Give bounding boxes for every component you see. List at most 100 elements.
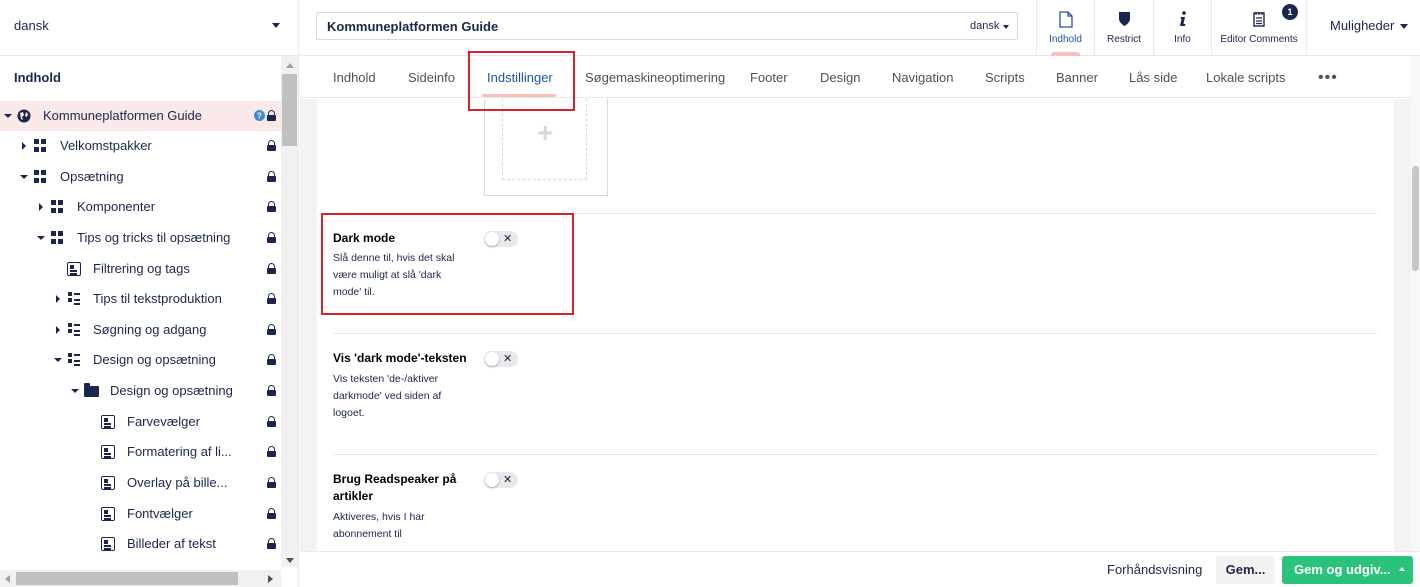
app-button-restrict[interactable]: Restrict: [1094, 0, 1153, 56]
save-button[interactable]: Gem...: [1216, 556, 1275, 584]
folder-icon: [84, 383, 99, 397]
app-button-editor-comments[interactable]: 1 Editor Comments: [1211, 0, 1306, 56]
tab-scripts[interactable]: Scripts: [985, 70, 1025, 85]
divider: [333, 454, 1378, 455]
lock-icon: [267, 110, 276, 121]
tab-sideinfo[interactable]: Sideinfo: [408, 70, 455, 85]
options-menu-button[interactable]: Muligheder: [1330, 18, 1394, 33]
tree-node[interactable]: Design og opsætning: [0, 345, 281, 375]
caret-down-icon[interactable]: [4, 114, 12, 118]
caret-right-icon[interactable]: [56, 326, 60, 334]
tab-footer[interactable]: Footer: [750, 70, 788, 85]
tree-node[interactable]: Fontvælger: [0, 499, 281, 529]
tree-node[interactable]: Tips til tekstproduktion: [0, 284, 281, 314]
tab-laas-side[interactable]: Lås side: [1129, 70, 1177, 85]
save-and-publish-button[interactable]: Gem og udgiv...: [1282, 556, 1413, 584]
tab-lokale-scripts[interactable]: Lokale scripts: [1206, 70, 1285, 85]
culture-selector[interactable]: dansk: [970, 20, 999, 32]
tab-design[interactable]: Design: [820, 70, 860, 85]
tree-node[interactable]: Overlay på bille...: [0, 468, 281, 498]
lock-icon: [267, 140, 276, 151]
chevron-down-icon: [272, 23, 280, 28]
tree-node[interactable]: [0, 560, 281, 567]
scrollbar-thumb[interactable]: [1412, 166, 1419, 271]
tree-node[interactable]: Opsætning: [0, 162, 281, 192]
property-label-show-dark-mode-text: Vis 'dark mode'-teksten: [333, 351, 467, 365]
app-button-info[interactable]: Info: [1153, 0, 1211, 56]
content-tabs: Indhold Sideinfo Indstillinger Søgemaski…: [300, 56, 1411, 98]
scroll-left-arrow-icon[interactable]: [5, 575, 10, 583]
caret-down-icon[interactable]: [37, 236, 45, 240]
globe-icon: [17, 109, 31, 123]
tab-navigation[interactable]: Navigation: [892, 70, 953, 85]
language-selector[interactable]: dansk: [0, 0, 299, 56]
property-label-readspeaker: Brug Readspeaker på artikler: [333, 472, 457, 503]
tree-node[interactable]: Design og opsætning: [0, 376, 281, 406]
app-button-label: Editor Comments: [1220, 34, 1298, 45]
notepad-icon: [1253, 12, 1265, 27]
tree-node[interactable]: Velkomstpakker: [0, 131, 281, 161]
app-button-label: Indhold: [1049, 34, 1082, 45]
help-icon[interactable]: ?: [254, 110, 265, 121]
tree-node[interactable]: Filtrering og tags: [0, 254, 281, 284]
caret-down-icon[interactable]: [54, 358, 62, 362]
add-media-button[interactable]: +: [502, 99, 587, 180]
document-icon: [101, 507, 115, 521]
tree-heading: Indhold: [14, 70, 61, 85]
chevron-down-icon: [1003, 25, 1009, 29]
caret-right-icon[interactable]: [39, 203, 43, 211]
caret-right-icon[interactable]: [22, 142, 26, 150]
tree-horizontal-scrollbar[interactable]: [0, 570, 281, 587]
info-icon: [1180, 11, 1186, 26]
tree-node-label: Fontvælger: [127, 506, 193, 521]
app-button-indhold[interactable]: Indhold: [1036, 0, 1094, 56]
chevron-up-icon[interactable]: [1399, 567, 1405, 571]
tree-vertical-scrollbar[interactable]: [281, 56, 298, 567]
caret-right-icon[interactable]: [56, 295, 60, 303]
show-dark-mode-text-toggle[interactable]: ✕: [484, 351, 518, 367]
tree-node[interactable]: Formatering af li...: [0, 437, 281, 467]
properties-panel: + Dark mode Slå denne til, hvis det skal…: [317, 99, 1394, 555]
tab-soegemaskineoptimering[interactable]: Søgemaskineoptimering: [585, 70, 725, 85]
lock-icon: [267, 232, 276, 243]
toggle-knob: [485, 473, 499, 487]
toggle-knob: [485, 352, 499, 366]
readspeaker-toggle[interactable]: ✕: [484, 472, 518, 488]
caret-down-icon[interactable]: [71, 389, 79, 393]
content-vertical-scrollbar[interactable]: [1411, 56, 1420, 556]
svg-text:?: ?: [257, 112, 262, 121]
more-tabs-icon[interactable]: •••: [1318, 70, 1338, 86]
tree-node-label: Tips til tekstproduktion: [93, 291, 222, 306]
tree-node-label: Komponenter: [77, 199, 156, 214]
tree-node-root[interactable]: Kommuneplatformen Guide ?: [0, 101, 281, 131]
lock-icon: [267, 201, 276, 212]
preview-button[interactable]: Forhåndsvisning: [1107, 562, 1202, 577]
tab-indhold[interactable]: Indhold: [333, 70, 376, 85]
scrollbar-thumb[interactable]: [282, 74, 297, 146]
close-icon: ✕: [503, 353, 513, 365]
tree-node[interactable]: Komponenter: [0, 192, 281, 222]
editor-footer: Forhåndsvisning Gem... Gem og udgiv...: [300, 551, 1420, 587]
list-icon: [68, 353, 82, 367]
scroll-down-arrow-icon[interactable]: [286, 558, 294, 563]
node-name-field[interactable]: Kommuneplatformen Guide dansk: [316, 12, 1018, 40]
lock-icon: [267, 446, 276, 457]
chevron-down-icon: [1400, 24, 1408, 29]
tab-banner[interactable]: Banner: [1056, 70, 1098, 85]
lock-icon: [267, 538, 276, 549]
tree-node[interactable]: Søgning og adgang: [0, 315, 281, 345]
tree-node[interactable]: Billeder af tekst: [0, 529, 281, 559]
tree-node[interactable]: Tips og tricks til opsætning: [0, 223, 281, 253]
caret-down-icon[interactable]: [20, 175, 28, 179]
scrollbar-thumb[interactable]: [16, 572, 238, 585]
document-icon: [1059, 11, 1073, 28]
highlight-box-dark-mode: [321, 213, 574, 315]
tree-node[interactable]: Farvevælger: [0, 407, 281, 437]
grid-icon: [34, 139, 48, 153]
tree-node-label: Søgning og adgang: [93, 322, 207, 337]
scroll-up-arrow-icon[interactable]: [286, 63, 294, 68]
document-icon: [67, 262, 81, 276]
lock-icon: [267, 293, 276, 304]
scroll-right-arrow-icon[interactable]: [268, 575, 273, 583]
tree-node-label: Opsætning: [60, 169, 124, 184]
